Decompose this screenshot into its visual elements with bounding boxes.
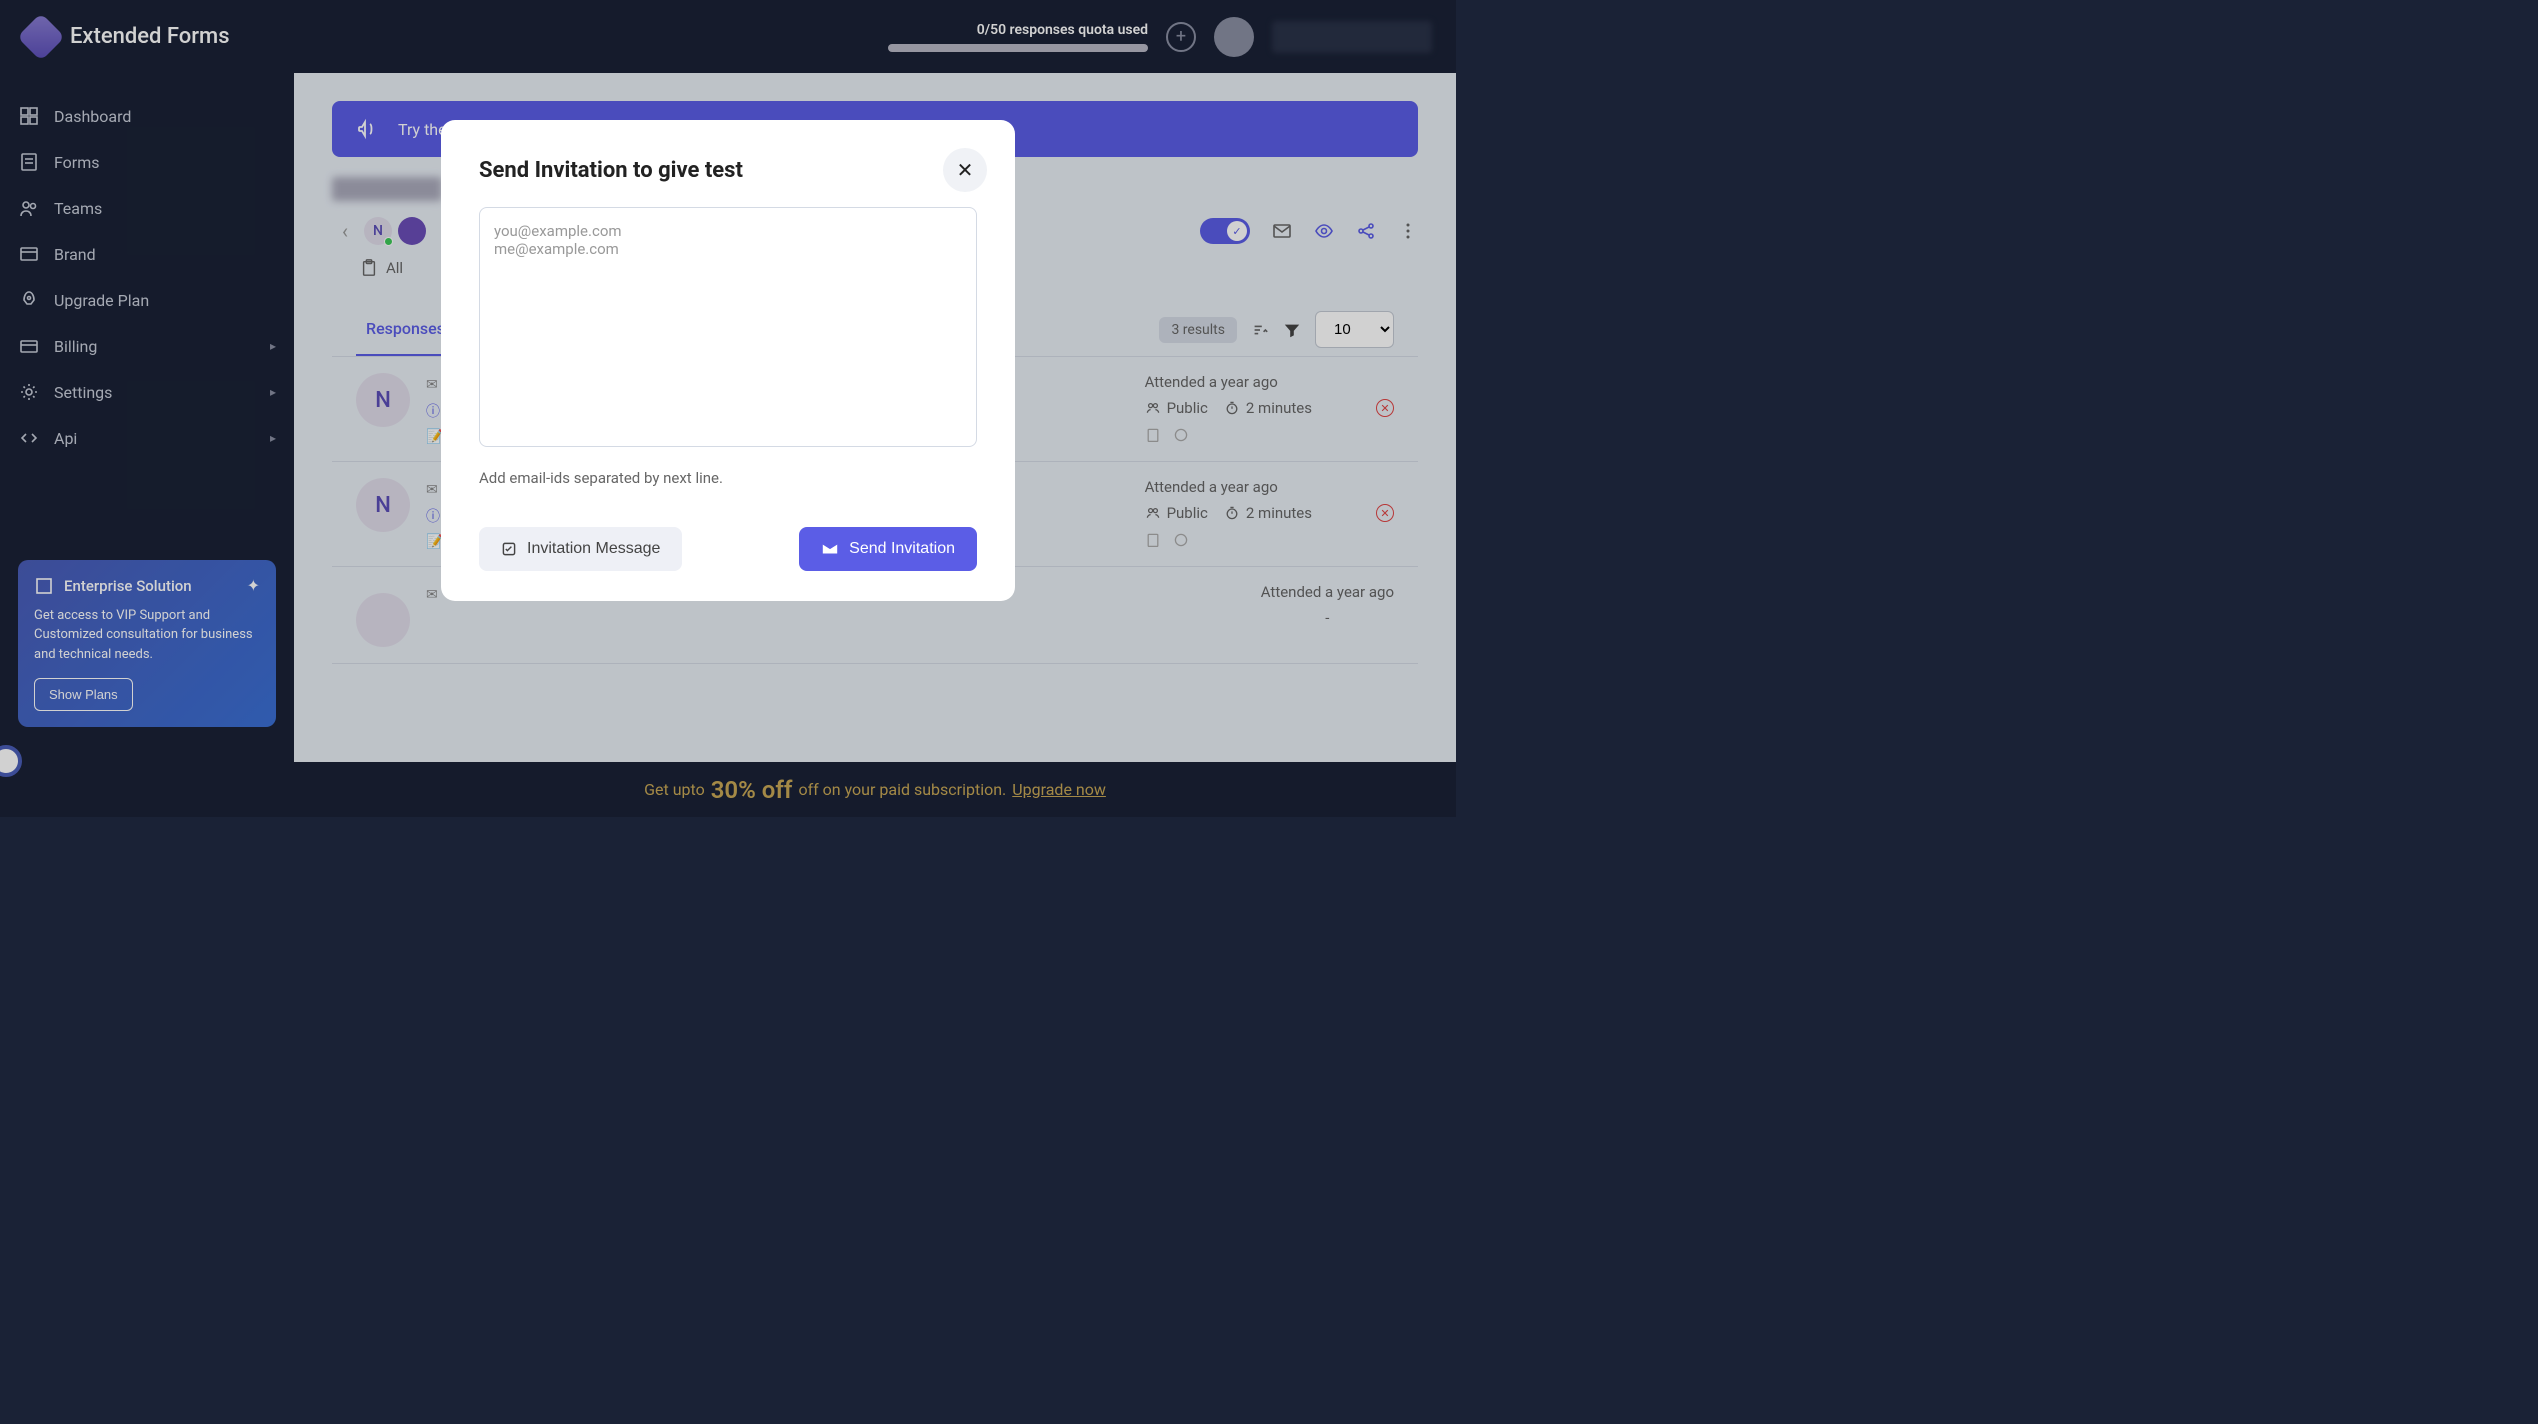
send-invitation-modal: Send Invitation to give test ✕ Add email…	[441, 120, 1015, 601]
button-label: Send Invitation	[849, 540, 955, 558]
invitation-message-button[interactable]: Invitation Message	[479, 527, 682, 571]
modal-hint: Add email-ids separated by next line.	[479, 469, 977, 487]
modal-title: Send Invitation to give test	[479, 158, 977, 183]
close-button[interactable]: ✕	[943, 148, 987, 192]
modal-overlay[interactable]: Send Invitation to give test ✕ Add email…	[0, 0, 1456, 817]
button-label: Invitation Message	[527, 540, 660, 558]
send-invitation-button[interactable]: Send Invitation	[799, 527, 977, 571]
email-textarea[interactable]	[479, 207, 977, 447]
